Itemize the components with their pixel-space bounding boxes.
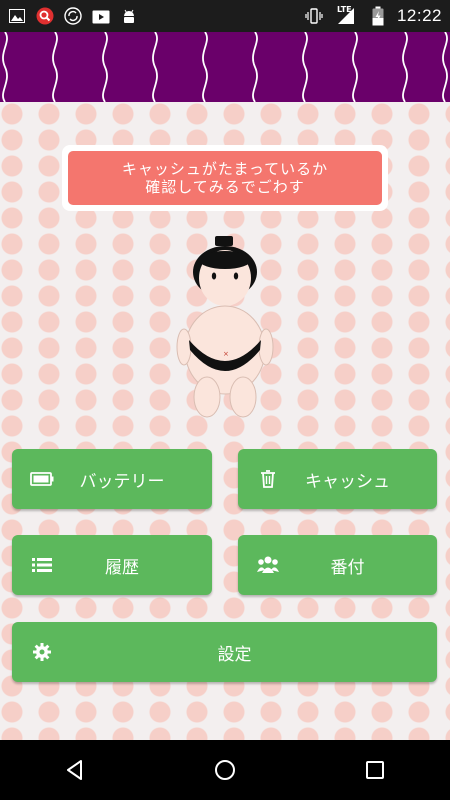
settings-button-label: 設定 [217, 644, 252, 665]
message-box: キャッシュがたまっているか 確認してみるでごわす [68, 151, 382, 205]
image-icon [8, 7, 26, 25]
battery-charging-icon [369, 6, 387, 26]
signal-icon: LTE [333, 5, 359, 25]
notification-icons [8, 7, 138, 25]
navigation-bar [0, 740, 450, 800]
header-banner [0, 32, 450, 102]
trash-icon [256, 467, 280, 491]
home-icon[interactable] [205, 750, 245, 790]
group-icon [256, 553, 280, 577]
sumo-illustration: × [176, 236, 274, 418]
message-line-1: キャッシュがたまっているか [121, 160, 329, 178]
sumo-character[interactable]: × [170, 232, 280, 422]
recents-icon[interactable] [355, 750, 395, 790]
system-icons: LTE 12:22 [305, 5, 442, 26]
list-icon [30, 553, 54, 577]
wave-pattern [2, 32, 448, 102]
ranking-button[interactable]: 番付 [238, 535, 437, 595]
cache-button[interactable]: キャッシュ [238, 449, 437, 509]
clock: 12:22 [396, 6, 442, 25]
message-line-2: 確認してみるでごわす [145, 178, 305, 196]
settings-button[interactable]: 設定 [12, 622, 437, 682]
gear-icon [30, 640, 54, 664]
battery-button[interactable]: バッテリー [12, 449, 212, 509]
sync-icon [64, 7, 82, 25]
message-bubble: キャッシュがたまっているか 確認してみるでごわす [62, 145, 388, 211]
android-icon [120, 7, 138, 25]
search-app-icon [36, 7, 54, 25]
vibrate-icon [305, 7, 323, 25]
battery-icon [30, 467, 54, 491]
status-bar: LTE 12:22 [0, 0, 450, 32]
history-button[interactable]: 履歴 [12, 535, 212, 595]
svg-text:×: × [223, 350, 229, 358]
back-icon[interactable] [55, 750, 95, 790]
media-icon [92, 7, 110, 25]
